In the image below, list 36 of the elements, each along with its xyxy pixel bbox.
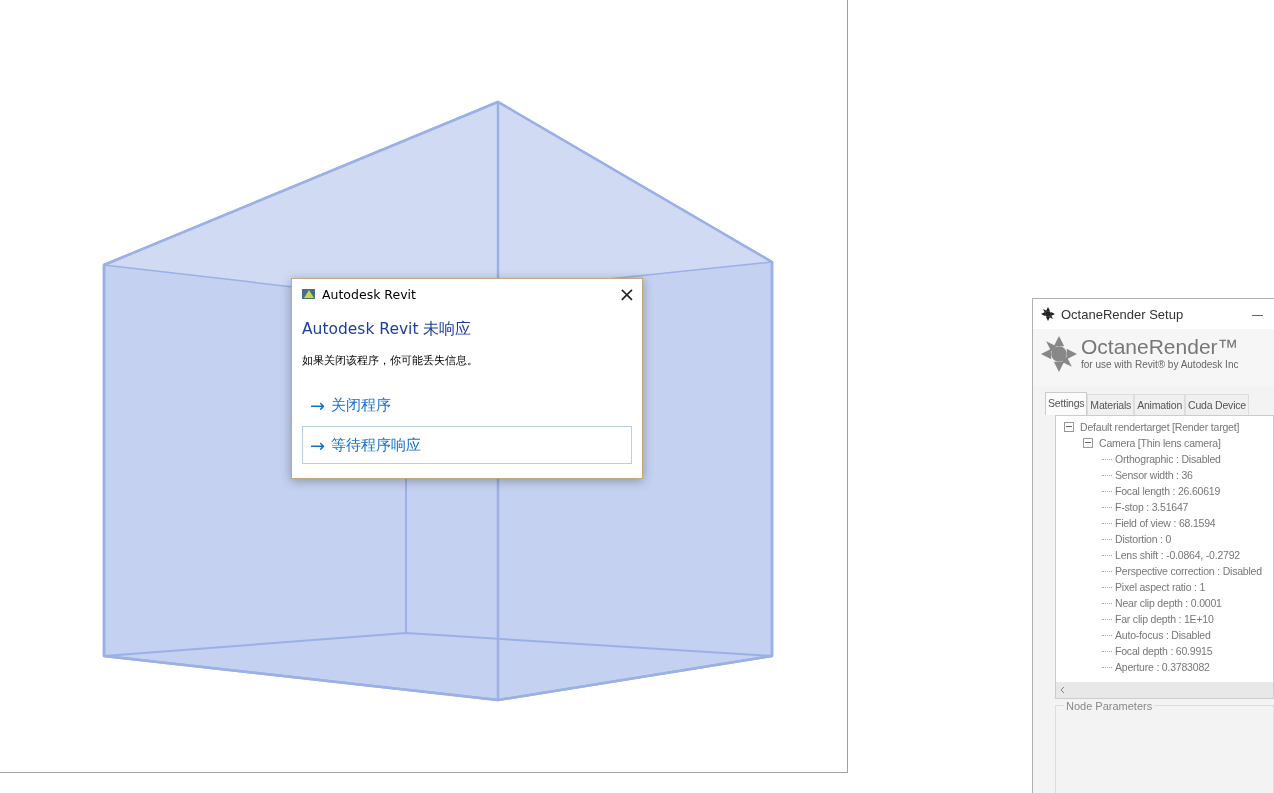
tree-item[interactable]: Perspective correction : Disabled xyxy=(1115,565,1262,577)
close-button[interactable]: × xyxy=(612,279,642,309)
group-label: Node Parameters xyxy=(1064,700,1155,712)
dialog-heading: Autodesk Revit 未响应 xyxy=(302,319,473,340)
option-button[interactable]: → 等待程序响应 xyxy=(302,426,632,464)
dialog-message: 如果关闭该程序，你可能丢失信息。 xyxy=(302,353,479,368)
tree-item[interactable]: Focal length : 26.60619 xyxy=(1115,485,1221,497)
tree-item[interactable]: F-stop : 3.51647 xyxy=(1115,501,1189,513)
window-title: Autodesk Revit xyxy=(322,286,417,302)
tab[interactable]: Materials xyxy=(1087,394,1135,415)
tree-item[interactable]: Far clip depth : 1E+10 xyxy=(1115,613,1214,625)
tree-item[interactable]: Auto-focus : Disabled xyxy=(1115,629,1211,641)
collapse-icon[interactable] xyxy=(1083,438,1093,448)
tree-item[interactable]: Camera [Thin lens camera] xyxy=(1099,437,1221,449)
tree-item[interactable]: Distortion : 0 xyxy=(1115,533,1172,545)
tab[interactable]: Animation xyxy=(1134,394,1186,415)
tree-item[interactable]: Lens shift : -0.0864, -0.2792 xyxy=(1115,549,1240,561)
tree-item[interactable]: Near clip depth : 0.0001 xyxy=(1115,597,1222,609)
tree-item[interactable]: Field of view : 68.1594 xyxy=(1115,517,1216,529)
scroll-bar[interactable] xyxy=(1056,682,1273,698)
app-icon xyxy=(301,287,316,301)
logo-icon xyxy=(1041,336,1077,372)
tree-item[interactable]: Default rendertarget [Render target] xyxy=(1080,421,1240,433)
tree-item[interactable]: Aperture : 0.3783082 xyxy=(1115,661,1210,673)
tab[interactable]: Settings xyxy=(1045,392,1088,415)
minimize-button[interactable]: — xyxy=(1252,299,1274,329)
logo-icon xyxy=(1041,307,1055,321)
tree-item[interactable]: Orthographic : Disabled xyxy=(1115,453,1221,465)
window-title: OctaneRender Setup xyxy=(1061,306,1185,322)
product-subtitle: for use with Revit® by Autodesk Inc xyxy=(1081,359,1239,370)
collapse-icon[interactable] xyxy=(1064,422,1074,432)
tree-item[interactable]: Pixel aspect ratio : 1 xyxy=(1115,581,1206,593)
product-logo: OctaneRender™ xyxy=(1081,336,1239,357)
tab[interactable]: Cuda Device xyxy=(1185,394,1249,415)
tree-item[interactable]: Sensor width : 36 xyxy=(1115,469,1193,481)
tree-item[interactable]: Focal depth : 60.9915 xyxy=(1115,645,1213,657)
